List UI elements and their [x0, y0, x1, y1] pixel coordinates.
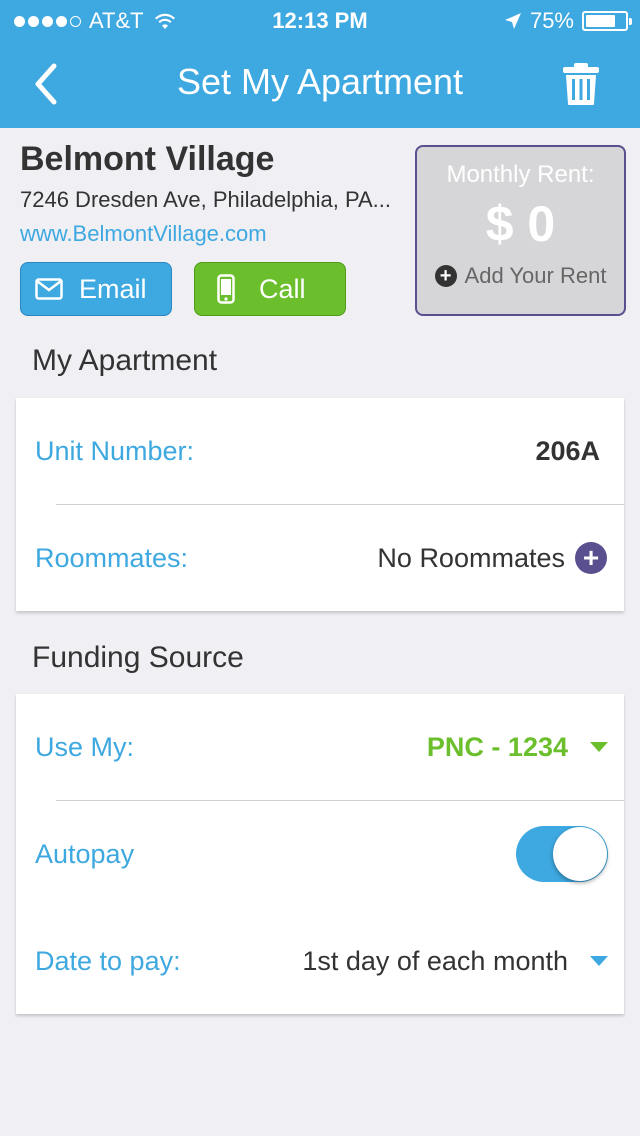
property-website-link[interactable]: www.BelmontVillage.com: [20, 221, 267, 247]
email-button[interactable]: Email: [20, 262, 172, 316]
date-to-pay-select[interactable]: 1st day of each month: [302, 946, 608, 977]
trash-icon[interactable]: [560, 62, 602, 106]
toggle-knob: [553, 827, 607, 881]
battery-percent: 75%: [529, 8, 574, 33]
funding-source-card: Use My: PNC - 1234 Autopay Date to pay: …: [16, 694, 624, 1014]
navbar: Set My Apartment: [0, 40, 640, 128]
monthly-rent-box[interactable]: Monthly Rent: $ 0 + Add Your Rent: [415, 145, 626, 316]
phone-icon: [217, 274, 235, 304]
roommates-value-group: No Roommates +: [377, 542, 607, 574]
autopay-label: Autopay: [35, 838, 135, 869]
funding-select[interactable]: PNC - 1234: [427, 732, 608, 763]
funding-select-value: PNC - 1234: [426, 731, 568, 762]
date-to-pay-label: Date to pay:: [35, 945, 181, 976]
header: AT&T 12:13 PM 75% Set My Apartment: [0, 0, 640, 128]
status-bar: AT&T 12:13 PM 75%: [0, 0, 640, 40]
add-roommate-icon[interactable]: +: [575, 542, 607, 574]
date-to-pay-value: 1st day of each month: [302, 945, 568, 976]
add-rent-label: Add Your Rent: [464, 263, 607, 288]
caret-down-icon: [590, 956, 608, 966]
date-to-pay-row[interactable]: Date to pay: 1st day of each month: [16, 908, 624, 1014]
page-title: Set My Apartment: [176, 61, 464, 102]
add-rent-link[interactable]: + Add Your Rent: [417, 263, 624, 289]
use-my-label: Use My:: [35, 731, 135, 762]
call-button-label: Call: [259, 273, 306, 304]
roommates-row[interactable]: Roommates: No Roommates +: [16, 505, 624, 611]
location-arrow-icon: [504, 13, 521, 29]
monthly-rent-value: $ 0: [485, 196, 556, 252]
my-apartment-heading: My Apartment: [32, 344, 218, 377]
caret-down-icon: [590, 742, 608, 752]
unit-number-row[interactable]: Unit Number: 206A: [16, 398, 624, 504]
property-address: 7246 Dresden Ave, Philadelphia, PA...: [20, 187, 391, 212]
use-my-row[interactable]: Use My: PNC - 1234: [16, 694, 624, 800]
unit-number-value[interactable]: 206A: [535, 436, 600, 467]
battery-icon: [582, 11, 632, 31]
call-button[interactable]: Call: [194, 262, 346, 316]
autopay-toggle[interactable]: [516, 826, 608, 882]
roommates-value: No Roommates: [377, 542, 565, 573]
funding-source-heading: Funding Source: [32, 641, 244, 674]
monthly-rent-label: Monthly Rent:: [446, 161, 595, 188]
my-apartment-card: Unit Number: 206A Roommates: No Roommate…: [16, 398, 624, 611]
roommates-label: Roommates:: [35, 542, 189, 573]
property-name: Belmont Village: [20, 140, 275, 178]
email-button-label: Email: [79, 273, 147, 304]
unit-number-label: Unit Number:: [35, 435, 195, 466]
plus-circle-icon: +: [434, 265, 457, 287]
autopay-row: Autopay: [16, 801, 624, 907]
envelope-icon: [35, 278, 63, 300]
